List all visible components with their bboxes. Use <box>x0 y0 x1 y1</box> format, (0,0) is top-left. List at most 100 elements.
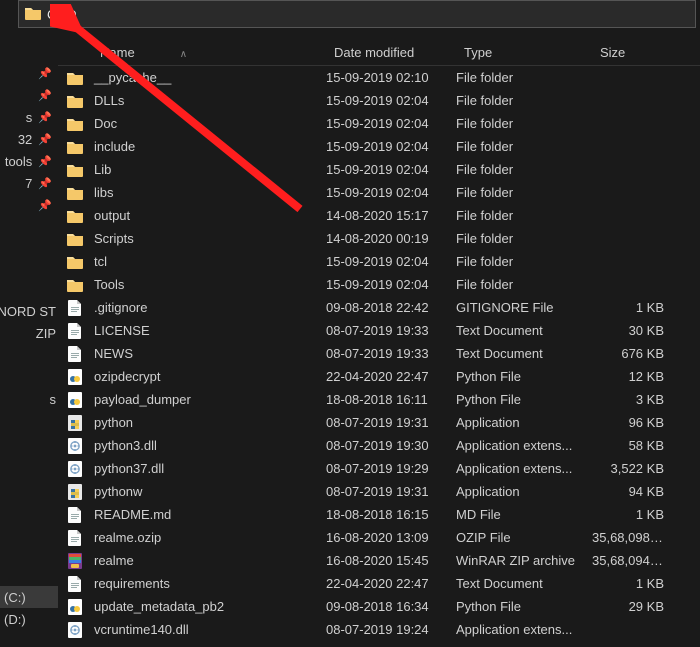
file-name: python3.dll <box>92 438 326 453</box>
table-row[interactable]: python37.dll08-07-2019 19:29Application … <box>58 457 700 480</box>
file-date: 15-09-2019 02:04 <box>326 254 456 269</box>
file-type: Text Document <box>456 346 592 361</box>
table-row[interactable]: vcruntime140.dll08-07-2019 19:24Applicat… <box>58 618 700 641</box>
file-date: 08-07-2019 19:29 <box>326 461 456 476</box>
pin-icon: 📌 <box>38 199 52 212</box>
column-header-type[interactable]: Type <box>456 45 592 60</box>
file-type: Python File <box>456 599 592 614</box>
file-name: vcruntime140.dll <box>92 622 326 637</box>
table-row[interactable]: README.md18-08-2018 16:15MD File1 KB <box>58 503 700 526</box>
file-date: 15-09-2019 02:04 <box>326 162 456 177</box>
nav-drive[interactable]: (C:) <box>0 586 58 608</box>
dll-icon <box>58 438 92 454</box>
file-date: 22-04-2020 22:47 <box>326 369 456 384</box>
file-date: 16-08-2020 13:09 <box>326 530 456 545</box>
python-icon <box>58 599 92 615</box>
file-date: 08-07-2019 19:33 <box>326 323 456 338</box>
file-date: 08-07-2019 19:24 <box>326 622 456 637</box>
table-row[interactable]: LICENSE08-07-2019 19:33Text Document30 K… <box>58 319 700 342</box>
nav-item[interactable]: ZIP <box>0 322 58 344</box>
table-row[interactable]: python3.dll08-07-2019 19:30Application e… <box>58 434 700 457</box>
table-row[interactable]: .gitignore09-08-2018 22:42GITIGNORE File… <box>58 296 700 319</box>
folder-icon <box>58 94 92 108</box>
table-row[interactable]: Doc15-09-2019 02:04File folder <box>58 112 700 135</box>
address-bar[interactable] <box>18 0 696 28</box>
pin-icon: 📌 <box>38 155 52 168</box>
address-input[interactable] <box>47 7 695 22</box>
table-row[interactable]: output14-08-2020 15:17File folder <box>58 204 700 227</box>
file-size: 96 KB <box>592 415 674 430</box>
file-name: LICENSE <box>92 323 326 338</box>
table-row[interactable]: DLLs15-09-2019 02:04File folder <box>58 89 700 112</box>
quick-access-item[interactable]: 📌 <box>0 194 58 216</box>
nav-item[interactable] <box>0 344 58 366</box>
table-row[interactable]: pythonw08-07-2019 19:31Application94 KB <box>58 480 700 503</box>
file-name: include <box>92 139 326 154</box>
nav-item[interactable] <box>0 366 58 388</box>
file-name: Tools <box>92 277 326 292</box>
table-row[interactable]: ozipdecrypt22-04-2020 22:47Python File12… <box>58 365 700 388</box>
file-name: DLLs <box>92 93 326 108</box>
nav-item[interactable] <box>0 564 58 586</box>
quick-access-item[interactable]: 7📌 <box>0 172 58 194</box>
file-type: OZIP File <box>456 530 592 545</box>
nav-item[interactable] <box>0 498 58 520</box>
nav-item[interactable] <box>0 410 58 432</box>
quick-access-item[interactable]: tools📌 <box>0 150 58 172</box>
table-row[interactable]: realme16-08-2020 15:45WinRAR ZIP archive… <box>58 549 700 572</box>
dll-icon <box>58 622 92 638</box>
file-date: 15-09-2019 02:04 <box>326 116 456 131</box>
dll-icon <box>58 461 92 477</box>
nav-drive[interactable]: (D:) <box>0 608 58 630</box>
nav-item[interactable] <box>0 454 58 476</box>
table-row[interactable]: payload_dumper18-08-2018 16:11Python Fil… <box>58 388 700 411</box>
table-row[interactable]: tcl15-09-2019 02:04File folder <box>58 250 700 273</box>
file-name: realme.ozip <box>92 530 326 545</box>
file-type: File folder <box>456 93 592 108</box>
table-row[interactable]: python08-07-2019 19:31Application96 KB <box>58 411 700 434</box>
file-size: 35,68,098 ... <box>592 530 674 545</box>
nav-item[interactable] <box>0 520 58 542</box>
table-row[interactable]: NEWS08-07-2019 19:33Text Document676 KB <box>58 342 700 365</box>
table-row[interactable]: update_metadata_pb209-08-2018 16:34Pytho… <box>58 595 700 618</box>
quick-access-item[interactable]: 📌 <box>0 84 58 106</box>
file-date: 14-08-2020 15:17 <box>326 208 456 223</box>
folder-icon <box>58 232 92 246</box>
column-header-date[interactable]: Date modified <box>326 45 456 60</box>
quick-access-item[interactable] <box>0 40 58 62</box>
folder-icon <box>58 186 92 200</box>
file-date: 15-09-2019 02:10 <box>326 70 456 85</box>
file-date: 18-08-2018 16:15 <box>326 507 456 522</box>
quick-access-item[interactable]: 📌 <box>0 62 58 84</box>
table-row[interactable]: include15-09-2019 02:04File folder <box>58 135 700 158</box>
quick-access-item[interactable]: s📌 <box>0 106 58 128</box>
file-date: 08-07-2019 19:31 <box>326 484 456 499</box>
table-row[interactable]: Scripts14-08-2020 00:19File folder <box>58 227 700 250</box>
table-row[interactable]: __pycache__15-09-2019 02:10File folder <box>58 66 700 89</box>
nav-item[interactable] <box>0 476 58 498</box>
column-header-name[interactable]: Name∧ <box>92 45 326 60</box>
nav-item[interactable]: NORD ST <box>0 300 58 322</box>
python-icon <box>58 369 92 385</box>
quick-access-item[interactable]: 32📌 <box>0 128 58 150</box>
nav-item[interactable] <box>0 432 58 454</box>
file-name: requirements <box>92 576 326 591</box>
file-size: 35,68,094 ... <box>592 553 674 568</box>
file-name: README.md <box>92 507 326 522</box>
file-size: 1 KB <box>592 300 674 315</box>
file-type: GITIGNORE File <box>456 300 592 315</box>
table-row[interactable]: Tools15-09-2019 02:04File folder <box>58 273 700 296</box>
nav-item[interactable] <box>0 542 58 564</box>
file-date: 14-08-2020 00:19 <box>326 231 456 246</box>
pin-icon: 📌 <box>38 177 52 190</box>
file-list: Name∧ Date modified Type Size __pycache_… <box>58 40 700 647</box>
nav-item[interactable]: s <box>0 388 58 410</box>
table-row[interactable]: requirements22-04-2020 22:47Text Documen… <box>58 572 700 595</box>
table-row[interactable]: libs15-09-2019 02:04File folder <box>58 181 700 204</box>
file-name: python37.dll <box>92 461 326 476</box>
column-header-size[interactable]: Size <box>592 45 674 60</box>
table-row[interactable]: realme.ozip16-08-2020 13:09OZIP File35,6… <box>58 526 700 549</box>
nav-pane[interactable]: 📌📌s📌32📌tools📌7📌📌 NORD STZIPs(C:)(D:) <box>0 40 58 647</box>
table-row[interactable]: Lib15-09-2019 02:04File folder <box>58 158 700 181</box>
file-icon <box>58 507 92 523</box>
